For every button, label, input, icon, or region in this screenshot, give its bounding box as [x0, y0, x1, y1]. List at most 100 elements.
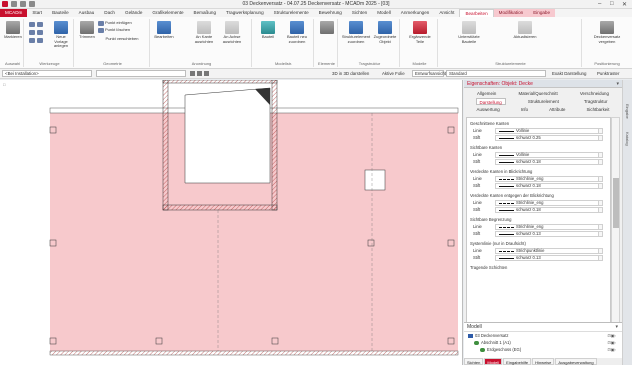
bauteil-button[interactable]: Bauteil — [256, 21, 280, 40]
more-button[interactable] — [598, 200, 603, 206]
column[interactable] — [49, 126, 57, 134]
view-icon-2[interactable] — [197, 71, 202, 76]
an-achse-button[interactable]: An Achse ausrichten — [220, 21, 244, 44]
mirror-icon[interactable] — [29, 38, 35, 43]
column[interactable] — [49, 337, 57, 345]
minimize-button[interactable]: – — [598, 1, 601, 7]
properties-tab-tabs_row1-0[interactable]: Allgemein — [474, 90, 499, 97]
tree-item[interactable]: Erdgeschoss (EG) — [480, 347, 521, 352]
exact-display-text[interactable]: Exakt Darstellung — [552, 71, 586, 76]
properties-tab-tabs_row1-1[interactable]: Material/Querschnitt — [515, 90, 560, 97]
property-value-select[interactable]: Strichlinie_eng — [495, 176, 599, 182]
property-value-select[interactable]: Strichlinie_eng — [495, 224, 599, 230]
property-value-select[interactable]: schwarz 0.18 — [495, 207, 599, 213]
ribbon-tab-10[interactable]: Bewehrung — [314, 9, 347, 17]
column[interactable] — [367, 239, 375, 247]
copy-icon[interactable] — [37, 22, 43, 27]
punkt-loeschen-button[interactable]: Punkt löschen — [98, 28, 146, 33]
ribbon-tab-1[interactable]: Start — [27, 9, 47, 17]
wall-right[interactable] — [271, 80, 278, 211]
property-value-select[interactable]: schwarz 0.13 — [495, 255, 599, 261]
properties-tab-tabs_row3-3[interactable]: Sichtbarkeit — [583, 106, 612, 113]
ribbon-tab-2[interactable]: Bauteile — [47, 9, 74, 17]
more-button[interactable] — [598, 183, 603, 189]
punkt-einfuegen-button[interactable]: Punkt einfügen — [98, 21, 146, 26]
ribbon-tab-15[interactable]: Bearbeiten — [459, 9, 494, 17]
tree-item[interactable]: 03 Deckenversatz — [468, 333, 509, 338]
deckenversatz-button[interactable]: Deckenversatz vergeben — [590, 21, 624, 44]
property-value-select[interactable]: schwarz 0.13 — [495, 231, 599, 237]
properties-tab-tabs_row3-2[interactable]: Attribute — [546, 106, 568, 113]
side-tab-katalog[interactable]: Katalog — [625, 132, 630, 146]
visibility-icon[interactable]: ⊡▣▫ — [607, 340, 616, 345]
property-value-select[interactable]: Vollinie — [495, 152, 599, 158]
ribbon-tab-3[interactable]: Ausbau — [74, 9, 100, 17]
strukturelement-zuordnen-button[interactable]: Strukturelement zuordnen — [342, 21, 370, 44]
more-button[interactable] — [598, 176, 603, 182]
column[interactable] — [49, 239, 57, 247]
wall-bottom[interactable] — [162, 204, 278, 211]
rotate-icon[interactable] — [37, 30, 43, 35]
properties-tab-tabs_row3-0[interactable]: Auswertung — [474, 106, 503, 113]
more-button[interactable] — [598, 207, 603, 213]
neue-vorlage-button[interactable]: Neue Vorlage anlegen — [50, 21, 72, 49]
bottom-wall[interactable] — [49, 350, 459, 356]
unterstuetzte-bauteile-button[interactable]: Unterstützte Bauteile — [454, 21, 484, 44]
column[interactable] — [447, 126, 455, 134]
column[interactable] — [155, 337, 163, 345]
side-tab-eingabe[interactable]: Eingabe — [625, 104, 630, 119]
column[interactable] — [271, 337, 279, 345]
tree-item[interactable]: Abschnitt 1 (A1) — [474, 340, 511, 345]
property-value-select[interactable]: Strichlinie_eng — [495, 200, 599, 206]
model-pin-icon[interactable]: ▾ — [615, 324, 618, 330]
ergaenzende-teile-button[interactable]: Ergänzende Teile — [406, 21, 434, 44]
elements-button[interactable] — [318, 21, 336, 35]
property-value-select[interactable]: schwarz 0.18 — [495, 183, 599, 189]
properties-scrollbar[interactable] — [611, 117, 620, 342]
properties-tab-tabs_row3-1[interactable]: Info — [518, 106, 531, 113]
zugeordnete-objekte-button[interactable]: Zugeordnete Objekt — [372, 21, 398, 44]
layer-select[interactable]: <Bei Installation> — [2, 70, 92, 77]
properties-tab-tabs_row2-2[interactable]: Tragstruktur — [581, 98, 611, 105]
view-icon-3[interactable] — [204, 71, 209, 76]
column[interactable] — [447, 239, 455, 247]
properties-tab-tabs_row1-2[interactable]: Verschneidung — [577, 90, 612, 97]
more-button[interactable] — [598, 135, 603, 141]
wall-top[interactable] — [162, 80, 278, 84]
ribbon-tab-5[interactable]: Gelände — [120, 9, 147, 17]
bearbeiten-button[interactable]: Bearbeiten — [154, 21, 174, 40]
ribbon-tab-0[interactable]: MCADm — [0, 9, 28, 17]
bauteil-neu-button[interactable]: Bauteil neu zuordnen — [284, 21, 310, 44]
model-tab-3[interactable]: Hinweise — [532, 358, 555, 365]
aktualisieren-button[interactable]: Aktualisieren — [510, 21, 540, 40]
properties-tab-tabs_row2-0[interactable]: Darstellung — [475, 98, 506, 105]
visibility-icon[interactable]: ⊡▣▫ — [607, 333, 616, 338]
model-tab-1[interactable]: Modell — [484, 358, 503, 365]
ribbon-tab-13[interactable]: Anmerkungen — [396, 9, 435, 17]
ribbon-tab-11[interactable]: Sichten — [347, 9, 372, 17]
property-value-select[interactable]: schwarz 0.25 — [495, 135, 599, 141]
move-icon[interactable] — [29, 30, 35, 35]
properties-tab-tabs_row2-1[interactable]: Strukturelement — [525, 98, 562, 105]
ribbon-tab-16[interactable]: Modifikation — [493, 9, 529, 17]
standard-select[interactable]: Entwurfsansicht — [412, 70, 446, 77]
ribbon-tab-8[interactable]: Tragwerksplanung — [221, 9, 269, 17]
punkt-verschieben-button[interactable]: Punkt verschieben — [102, 36, 142, 42]
property-value-select[interactable]: Vollinie — [495, 128, 599, 134]
model-tab-2[interactable]: Eingabehilfe — [503, 358, 532, 365]
an-kante-button[interactable]: An Kante ausrichten — [192, 21, 216, 44]
column[interactable] — [447, 337, 455, 345]
markieren-button[interactable]: Markieren — [4, 21, 22, 40]
model-tab-4[interactable]: Ausgabeverwaltung — [555, 358, 597, 365]
display-select[interactable] — [96, 70, 186, 77]
close-button[interactable]: ✕ — [622, 1, 627, 8]
more-button[interactable] — [598, 159, 603, 165]
drawing-canvas[interactable]: □ — [0, 80, 463, 365]
wall-left[interactable] — [162, 80, 169, 211]
trimmen-button[interactable]: Trimmen — [78, 21, 96, 40]
scale-icon[interactable] — [37, 38, 43, 43]
pin-icon[interactable]: ▾ — [616, 81, 619, 87]
more-button[interactable] — [598, 248, 603, 254]
more-button[interactable] — [598, 231, 603, 237]
grid-text[interactable]: Punktraster — [597, 71, 619, 76]
